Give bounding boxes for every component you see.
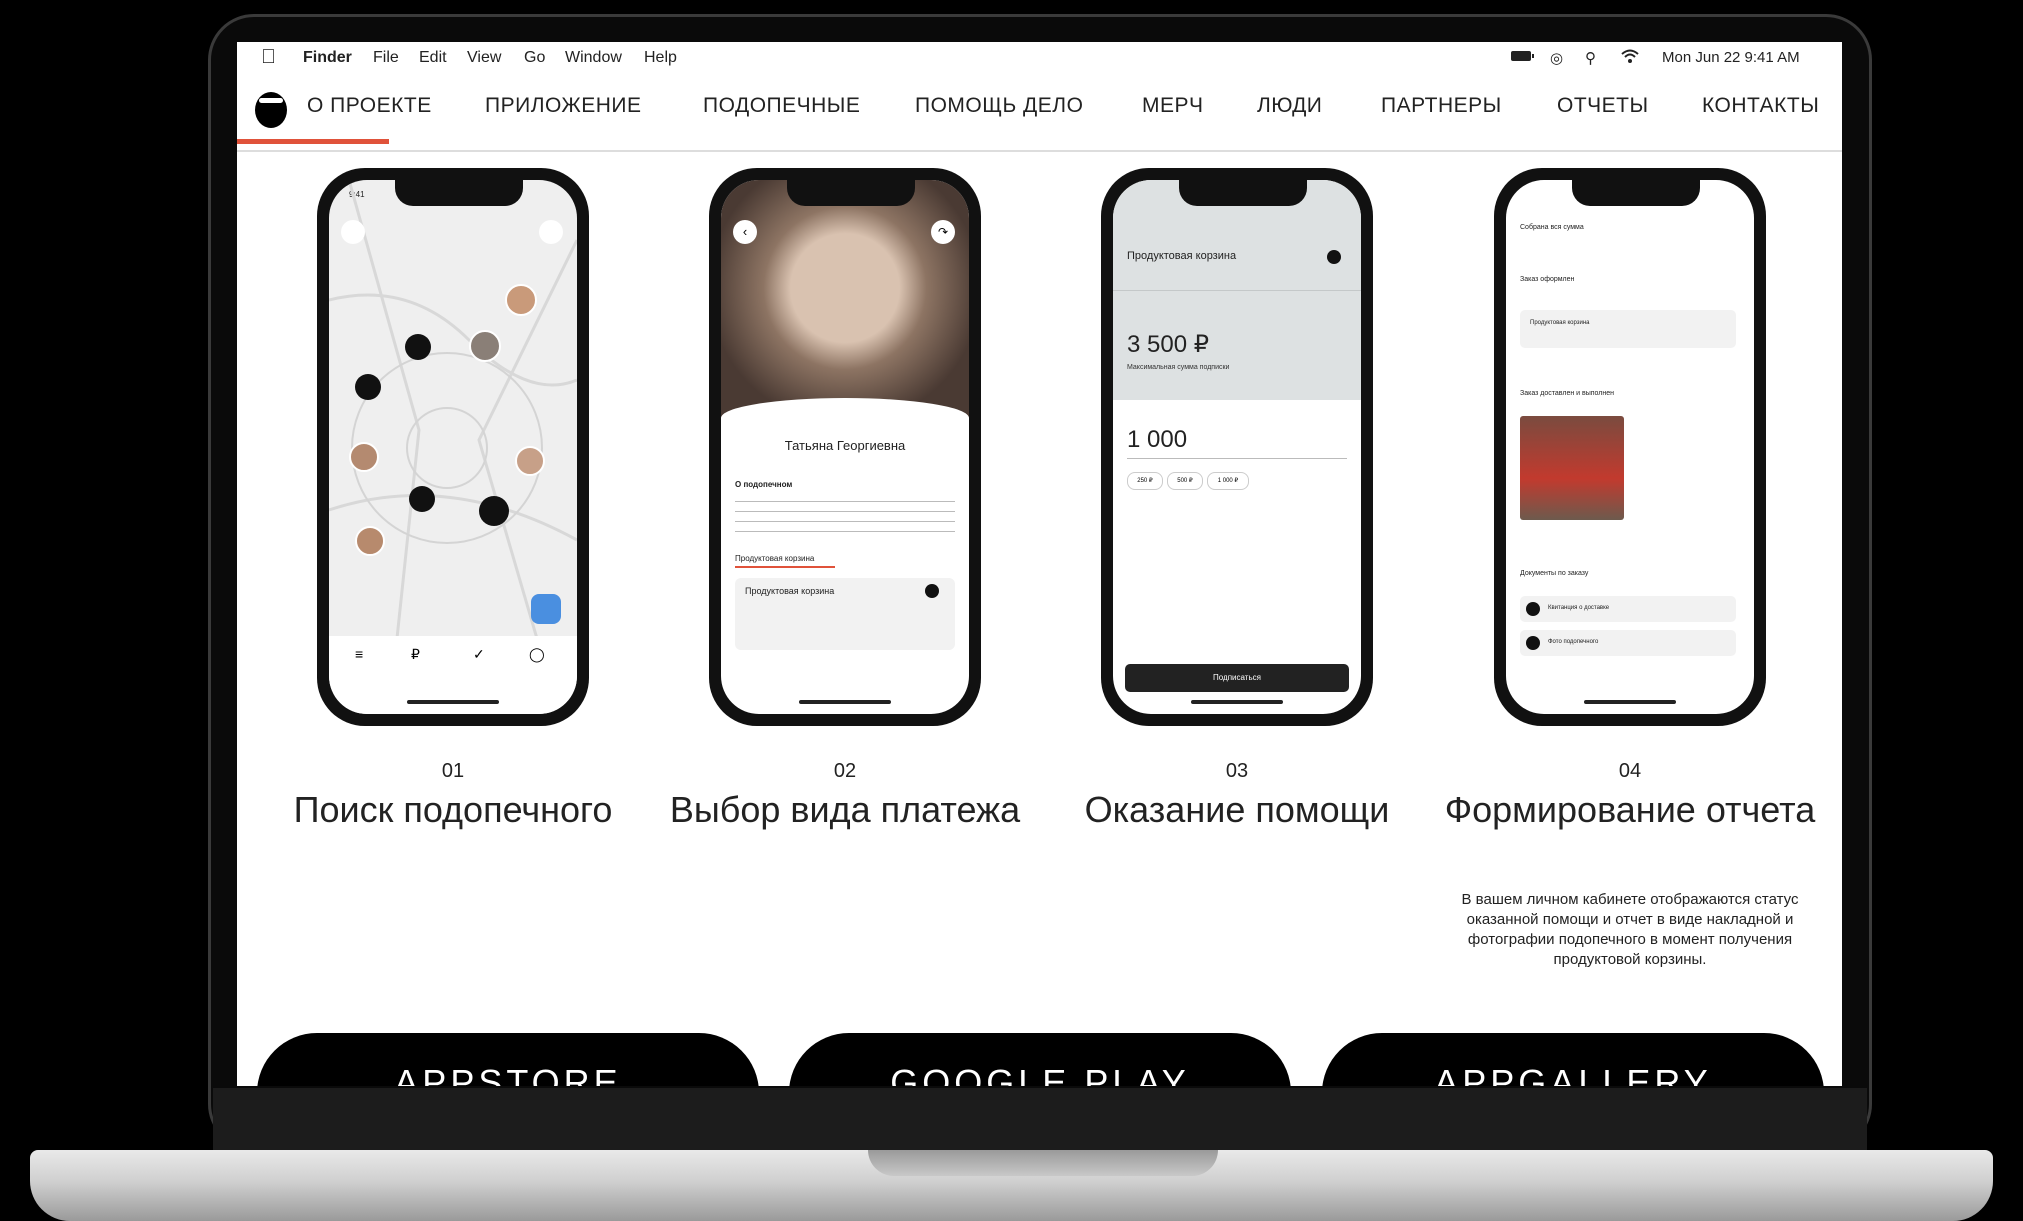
phone-report: Собрана вся сумма Заказ оформлен Продукт…	[1494, 168, 1766, 726]
help-marker-icon[interactable]	[409, 486, 435, 512]
laptop-bezel	[213, 1088, 1867, 1150]
step-number: 01	[441, 760, 465, 782]
googleplay-button[interactable]: GOOGLE PLAY	[789, 1033, 1291, 1086]
nav-wards[interactable]: ПОДОПЕЧНЫЕ	[703, 94, 860, 118]
play-icon	[1526, 636, 1540, 650]
menu-view[interactable]: View	[467, 49, 501, 67]
site-logo[interactable]	[255, 92, 287, 128]
chip-250[interactable]: 250 ₽	[1127, 472, 1163, 490]
report-item-card[interactable]: Продуктовая корзина	[1520, 310, 1736, 348]
ward-avatar[interactable]	[355, 526, 385, 556]
profile-icon[interactable]: ◯	[529, 646, 545, 663]
phone-profile: ‹ ↷ Татьяна Георгиевна О подопечном Прод…	[709, 168, 981, 726]
menu-file[interactable]: File	[373, 49, 399, 67]
nav-contacts[interactable]: КОНТАКТЫ	[1702, 94, 1819, 118]
help-marker-icon[interactable]	[355, 374, 381, 400]
appgallery-button[interactable]: APPGALLERY	[1322, 1033, 1824, 1086]
step-description: В вашем личном кабинете отображаются ста…	[1461, 891, 1799, 968]
menu-go[interactable]: Go	[524, 49, 545, 67]
menubar-clock[interactable]: Mon Jun 22 9:41 AM	[1662, 49, 1800, 66]
menu-edit[interactable]: Edit	[419, 49, 447, 67]
nav-people[interactable]: ЛЮДИ	[1257, 94, 1322, 118]
home-marker-icon[interactable]	[479, 496, 509, 526]
help-icon[interactable]: ✓	[473, 646, 485, 663]
step-title: Поиск подопечного	[293, 789, 613, 830]
phone-map: 9:41 ≡ ₽ ✓ ◯	[317, 168, 589, 726]
delivery-photo[interactable]	[1520, 416, 1624, 520]
laptop-screen:  Finder File Edit View Go Window Help ◎…	[237, 42, 1842, 1086]
help-marker-icon[interactable]	[405, 334, 431, 360]
doc-photo-label: Фото подопечного	[1548, 639, 1599, 645]
ward-name: Татьяна Георгиевна	[784, 438, 906, 453]
about-heading: О подопечном	[735, 480, 793, 489]
about-text	[735, 496, 955, 540]
step-number: 04	[1618, 760, 1642, 782]
appstore-button[interactable]: APPSTORE	[257, 1033, 759, 1086]
step-title: Оказание помощи	[1084, 789, 1390, 830]
report-row: Заказ оформлен	[1520, 276, 1575, 283]
info-icon[interactable]	[925, 584, 939, 598]
location-icon[interactable]	[341, 220, 365, 244]
menubar-app-name[interactable]: Finder	[303, 49, 352, 67]
macos-menubar:  Finder File Edit View Go Window Help ◎…	[237, 42, 1842, 76]
nav-partners[interactable]: ПАРТНЕРЫ	[1381, 94, 1502, 118]
control-center-icon[interactable]: ◎	[1550, 49, 1563, 67]
phone-payment: Продуктовая корзина 3 500 ₽ Максимальная…	[1101, 168, 1373, 726]
ward-avatar[interactable]	[505, 284, 537, 316]
menu-window[interactable]: Window	[565, 49, 622, 67]
tab-indicator	[735, 566, 835, 568]
share-icon[interactable]: ↷	[931, 220, 955, 244]
nav-reports[interactable]: ОТЧЕТЫ	[1557, 94, 1649, 118]
chip-500[interactable]: 500 ₽	[1167, 472, 1203, 490]
report-row: Заказ доставлен и выполнен	[1520, 390, 1614, 397]
basket-card-title: Продуктовая корзина	[745, 586, 835, 596]
battery-icon[interactable]	[1510, 49, 1536, 67]
info-icon[interactable]	[1327, 250, 1341, 264]
nav-about[interactable]: О ПРОЕКТЕ	[307, 94, 432, 118]
step-number: 03	[1225, 760, 1249, 782]
nav-app[interactable]: ПРИЛОЖЕНИЕ	[485, 94, 642, 118]
ward-avatar[interactable]	[469, 330, 501, 362]
chip-1000[interactable]: 1 000 ₽	[1207, 472, 1249, 490]
max-amount: 3 500 ₽	[1127, 331, 1209, 358]
doc-receipt[interactable]: Квитанция о доставке	[1520, 596, 1736, 622]
report-row: Документы по заказу	[1520, 570, 1589, 577]
doc-photo[interactable]: Фото подопечного	[1520, 630, 1736, 656]
payment-title: Продуктовая корзина	[1127, 250, 1237, 262]
menu-icon[interactable]: ≡	[355, 646, 363, 662]
basket-card[interactable]: Продуктовая корзина	[735, 578, 955, 650]
nav-active-indicator	[237, 139, 389, 144]
report-item-title: Продуктовая корзина	[1530, 320, 1590, 326]
back-icon[interactable]: ‹	[733, 220, 757, 244]
ward-photo	[721, 180, 969, 420]
list-toggle-icon[interactable]	[531, 594, 561, 624]
doc-receipt-label: Квитанция о доставке	[1548, 605, 1610, 611]
nav-merch[interactable]: МЕРЧ	[1142, 94, 1204, 118]
filter-icon[interactable]	[539, 220, 563, 244]
step-title: Выбор вида платежа	[669, 789, 1021, 830]
ward-avatar[interactable]	[349, 442, 379, 472]
menu-help[interactable]: Help	[644, 49, 677, 67]
tab-basket[interactable]: Продуктовая корзина	[735, 554, 814, 563]
report-row: Собрана вся сумма	[1520, 224, 1584, 231]
step-title: Формирование отчета	[1444, 789, 1816, 830]
laptop-notch	[868, 1150, 1218, 1176]
nav-help[interactable]: ПОМОЩЬ ДЕЛО	[915, 94, 1083, 118]
wifi-icon[interactable]	[1620, 49, 1640, 67]
max-amount-label: Максимальная сумма подписки	[1127, 364, 1230, 371]
apple-icon[interactable]: 	[261, 46, 276, 69]
search-icon[interactable]: ⚲	[1585, 49, 1596, 67]
play-icon	[1526, 602, 1540, 616]
ward-avatar[interactable]	[515, 446, 545, 476]
payments-icon[interactable]: ₽	[411, 646, 420, 663]
amount-input[interactable]: 1 000	[1127, 426, 1187, 454]
subscribe-button[interactable]: Подписаться	[1125, 664, 1349, 692]
step-number: 02	[833, 760, 857, 782]
